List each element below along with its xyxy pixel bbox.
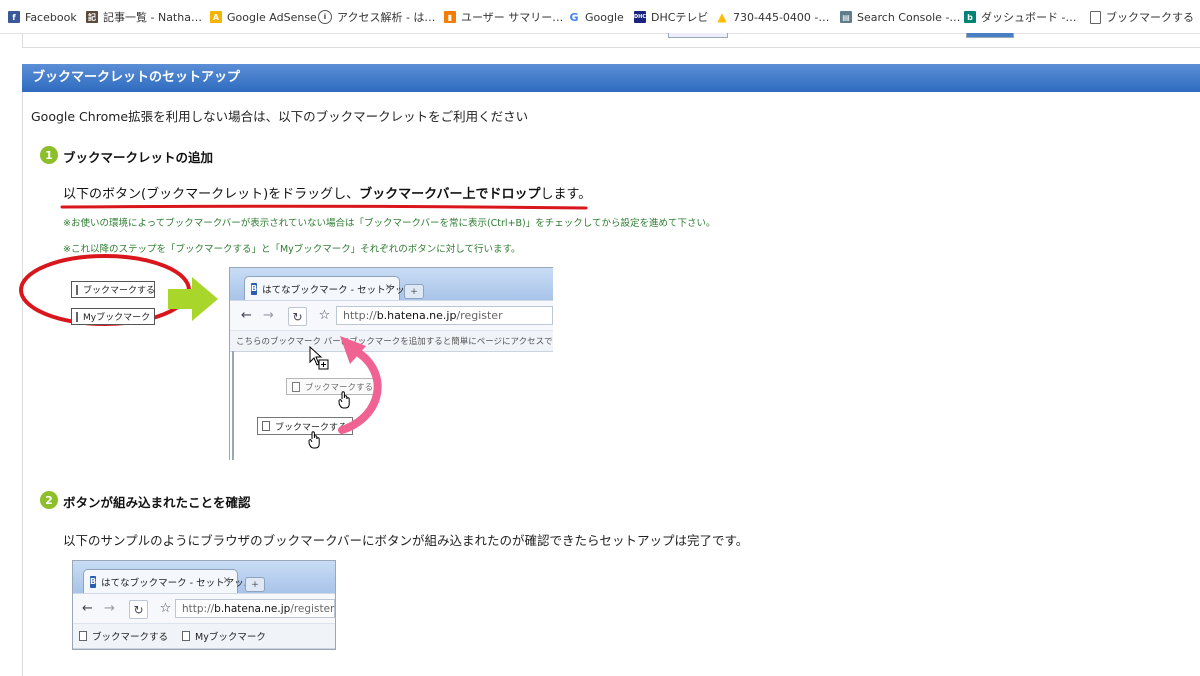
reload-icon: ↻ [129,600,148,619]
dhc-icon: DHC [634,11,646,23]
google-icon: G [568,10,580,24]
forward-arrow-icon: → [104,601,115,616]
page-icon [79,631,87,641]
step-2-title: ボタンが組み込まれたことを確認 [63,495,251,510]
hatena-b-icon: B [251,282,258,295]
back-arrow-icon: ← [82,601,93,616]
new-tab-icon: + [404,284,424,299]
page-icon [182,631,191,641]
step-2-badge: 2 [40,491,58,509]
page-icon [76,284,78,295]
bookmark-hatena-bookmarklet[interactable]: ブックマークする [1090,9,1194,25]
bookmark-search-console[interactable]: ▤ Search Console -… [840,9,960,25]
green-arrow-icon [168,277,218,321]
step-1-badge: 1 [40,146,58,164]
step-1-instruction: 以下のボタン(ブックマークレット)をドラッグし、ブックマークバー上でドロップしま… [63,187,592,202]
browser-bookmark-bar: ブックマークする Myブックマーク [73,623,335,649]
intro-text: Google Chrome拡張を利用しない場合は、以下のブックマークレットをご利… [31,109,529,124]
red-underline-annotation [60,204,588,210]
browser-toolbar: ← → ↻ ☆ http://b.hatena.ne.jp/register [230,300,553,331]
section-header: ブックマークレットのセットアップ [22,64,1200,92]
search-console-icon: ▤ [840,11,852,23]
close-icon: × [222,575,231,586]
previous-section-edge [22,33,1200,48]
page-icon [262,421,270,431]
bookmark-articles[interactable]: 記 記事一覧 - Natha… [86,9,202,25]
browser-toolbar: ← → ↻ ☆ http://b.hatena.ne.jp/register [73,593,335,624]
pink-curved-arrow-icon [338,336,382,434]
ads-icon: ▲ [716,10,728,24]
address-bar: http://b.hatena.ne.jp/register [336,306,553,325]
star-icon: ☆ [159,601,172,616]
previous-image-thumb [668,33,728,38]
browser-tab: B はてなブックマーク - セットアッ... × [244,276,414,300]
browser-left-edge [232,351,234,460]
bookmarklet-button-bookmark[interactable]: ブックマークする [71,281,155,298]
back-arrow-icon: ← [241,308,252,323]
forward-arrow-icon: → [263,308,274,323]
browser-titlebar: B はてなブックマーク - セットアッ... × + [73,561,335,593]
cursor-with-plus-icon [309,346,329,370]
page-icon [76,311,78,322]
page-icon [1090,10,1101,24]
bookmark-facebook[interactable]: f Facebook [8,9,77,25]
page-icon [292,381,300,392]
bookmark-adsense[interactable]: A Google AdSense [210,9,317,25]
adsense-icon: A [210,11,222,23]
bookmark-dhc-tv[interactable]: DHC DHCテレビ [634,9,708,25]
info-icon: i [318,10,332,24]
facebook-icon: f [8,11,20,23]
bookmark-dashboard[interactable]: b ダッシュボード -… [964,9,1076,25]
illustration-browser-complete: B はてなブックマーク - セットアッ... × + ← → ↻ ☆ http:… [72,560,336,650]
close-icon: × [384,282,393,293]
blog-icon: 記 [86,11,98,23]
star-icon: ☆ [318,308,331,323]
bookmark-bar-item-my-bookmark: Myブックマーク [182,629,266,643]
hand-cursor-icon [338,391,350,409]
bookmark-ads-account[interactable]: ▲ 730-445-0400 -… [716,9,829,25]
browser-bookmarks-bar: f Facebook 記 記事一覧 - Natha… A Google AdSe… [0,0,1200,34]
bookmarklet-button-my-bookmark[interactable]: Myブックマーク [71,308,155,325]
step-2-text: 以下のサンプルのようにブラウザのブックマークバーにボタンが組み込まれたのが確認で… [63,533,749,548]
browser-titlebar: B はてなブックマーク - セットアッ... × + [230,268,553,300]
hand-cursor-icon [308,431,320,449]
bookmark-access-analysis[interactable]: i アクセス解析 - は… [318,9,435,25]
step-1-title: ブックマークレットの追加 [63,150,214,165]
hatena-b-icon: B [90,575,97,588]
previous-image-thumb [966,33,1014,38]
address-bar: http://b.hatena.ne.jp/register [175,599,335,618]
reload-icon: ↻ [288,307,307,326]
browser-bookmark-bar-hint: こちらのブックマーク バーにブックマークを追加すると簡単にページにアクセスできま… [230,330,553,352]
step-1-note-bookmarkbar: ※お使いの環境によってブックマークバーが表示されていない場合は「ブックマークバー… [63,218,716,229]
analytics-icon: ▮ [444,11,456,23]
bookmark-bar-item-bookmark: ブックマークする [79,629,168,643]
browser-tab: B はてなブックマーク - セットアッ... × [83,569,253,593]
bookmark-google[interactable]: G Google [568,9,624,25]
bing-icon: b [964,11,976,23]
bookmark-user-summary[interactable]: ▮ ユーザー サマリー… [444,9,563,25]
new-tab-icon: + [245,577,265,592]
